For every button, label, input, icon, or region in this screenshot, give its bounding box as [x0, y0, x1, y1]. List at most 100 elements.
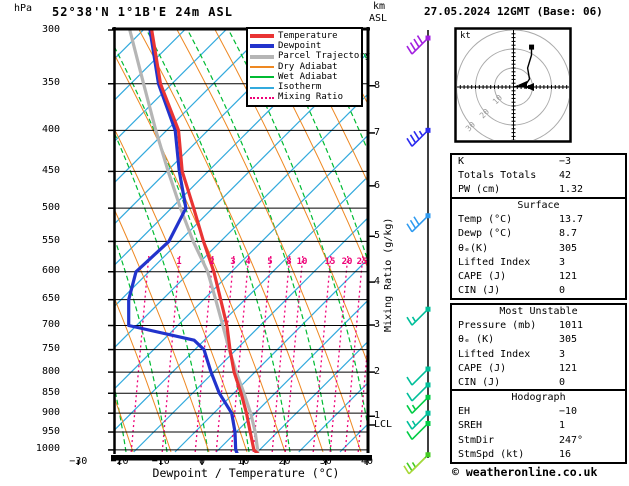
stability-indices-box: K −3 Totals Totals 42 PW (cm) 1.32	[450, 153, 627, 200]
indices-row: StmDir 247°	[452, 434, 625, 448]
pressure-tick-label: 650	[41, 293, 60, 305]
legend-swatch	[250, 54, 274, 59]
indices-row: Lifted Index 3	[452, 256, 625, 270]
temp-tick-label: 0	[198, 456, 206, 467]
indices-row-value: 42	[559, 170, 572, 182]
indices-row-label: Lifted Index	[458, 256, 531, 268]
altitude-axis-unit-km: km	[373, 1, 386, 12]
indices-row-label: StmSpd (kt)	[458, 448, 525, 460]
legend-swatch	[250, 76, 274, 79]
copyright-footer: © weatheronline.co.uk	[452, 465, 598, 479]
pressure-tick-label: 800	[41, 365, 60, 377]
mixing-ratio-value-label: 10	[296, 257, 308, 267]
indices-row: EH −10	[452, 405, 625, 419]
indices-row-label: Dewp (°C)	[458, 228, 513, 240]
indices-row: SREH 1	[452, 419, 625, 433]
km-tick-label: LCL	[374, 418, 393, 430]
skewt-sounding-app: hPa 52°38'N 1°1B'E 24m ASL km ASL 27.05.…	[0, 0, 629, 486]
wind-barb	[406, 420, 431, 441]
indices-row: CIN (J) 0	[452, 284, 625, 298]
wind-barb	[406, 366, 431, 386]
km-tick-label: 6	[374, 179, 381, 191]
indices-row-label: SREH	[458, 420, 483, 432]
indices-row-value: 305	[559, 242, 578, 254]
km-tick-label: 4	[374, 276, 381, 288]
indices-row-label: K	[458, 156, 465, 167]
indices-row: CAPE (J) 121	[452, 270, 625, 284]
indices-section-title: Hodograph	[511, 392, 566, 403]
wind-barb	[406, 35, 431, 55]
indices-row-value: −3	[559, 156, 572, 167]
km-tick-label: 8	[374, 79, 381, 91]
altitude-axis-unit-asl: ASL	[369, 13, 388, 24]
mixing-ratio-value-label: 2	[209, 257, 215, 267]
indices-row: PW (cm) 1.32	[452, 183, 625, 197]
km-tick-label: 7	[374, 126, 381, 138]
indices-row: Temp (°C) 13.7	[452, 213, 625, 227]
station-title: 52°38'N 1°1B'E 24m ASL	[52, 5, 233, 19]
legend-item: Parcel Trajectory	[250, 52, 370, 62]
mixing-ratio-value-label: 1	[176, 257, 182, 267]
temp-tick-label: −30	[69, 456, 88, 467]
legend-swatch	[250, 86, 274, 89]
temp-tick-label: 20	[278, 456, 291, 467]
km-tick-label: 5	[374, 230, 381, 242]
mixing-ratio-axis-title: Mixing Ratio (g/kg)	[383, 217, 394, 332]
indices-row-value: 247°	[559, 434, 584, 446]
indices-row-label: Pressure (mb)	[458, 320, 537, 332]
indices-row: θₑ (K) 305	[452, 333, 625, 347]
indices-row: Totals Totals 42	[452, 169, 625, 183]
indices-row-label: CIN (J)	[458, 285, 501, 297]
indices-row: StmSpd (kt) 16	[452, 448, 625, 462]
legend-label: Wet Adiabat	[278, 71, 338, 82]
mixing-ratio-value-label: 25	[356, 257, 368, 267]
mixing-ratio-value-label: 4	[245, 257, 251, 267]
temp-tick-label: 10	[237, 456, 250, 467]
indices-row-value: 0	[559, 376, 566, 388]
indices-row: Lifted Index 3	[452, 348, 625, 362]
indices-row-value: 1011	[559, 320, 584, 332]
km-tick-label: 3	[374, 319, 381, 331]
indices-row-value: 305	[559, 334, 578, 346]
hodograph-indices-box: Hodograph EH −10 SREH 1 StmDir 247° StmSpd (kt)…	[450, 389, 627, 464]
most-unstable-box: Most Unstable Pressure (mb) 1011 θₑ (K) 305 L…	[450, 303, 627, 393]
legend-item: Temperature	[250, 31, 358, 41]
legend-item: Wet Adiabat	[250, 72, 358, 82]
indices-row: Pressure (mb) 1011	[452, 319, 625, 333]
wind-barb	[406, 410, 431, 430]
indices-row-label: PW (cm)	[458, 184, 501, 196]
wind-barb	[406, 452, 431, 472]
indices-row-value: 16	[559, 448, 572, 460]
pressure-tick-label: 600	[41, 265, 60, 277]
legend-swatch	[250, 34, 274, 39]
indices-row-value: 3	[559, 348, 566, 360]
indices-row-label: EH	[458, 406, 471, 418]
temp-tick-label: 40	[360, 456, 374, 467]
indices-row-value: 0	[559, 285, 566, 297]
pressure-tick-label: 400	[41, 123, 60, 135]
wind-barb	[406, 127, 431, 147]
pressure-tick-label: 550	[41, 234, 60, 246]
indices-row-value: 121	[559, 270, 578, 282]
wind-barb	[406, 213, 431, 233]
pressure-tick-label: 1000	[35, 443, 60, 455]
pressure-tick-label: 950	[41, 425, 60, 437]
indices-row-label: CIN (J)	[458, 376, 501, 388]
legend-swatch	[250, 66, 274, 69]
indices-row-label: Lifted Index	[458, 348, 531, 360]
indices-row: CIN (J) 0	[452, 376, 625, 390]
pressure-axis-unit: hPa	[14, 3, 33, 14]
indices-row-value: 13.7	[559, 214, 584, 226]
mixing-ratio-value-label: 5	[267, 257, 273, 267]
indices-row: K −3	[452, 155, 625, 169]
legend-label: Temperature	[278, 30, 338, 41]
indices-row-value: 8.7	[559, 228, 578, 240]
legend-label: Parcel Trajectory	[278, 51, 371, 62]
pressure-tick-label: 500	[41, 201, 60, 213]
indices-row: Dewp (°C) 8.7	[452, 227, 625, 241]
indices-section-title: Most Unstable	[499, 306, 578, 317]
legend-swatch	[250, 96, 274, 99]
indices-row-label: Totals Totals	[458, 170, 537, 182]
legend-label: Dry Adiabat	[278, 61, 338, 72]
legend-box: Temperature Dewpoint Parcel Trajectory Dry …	[246, 27, 370, 108]
